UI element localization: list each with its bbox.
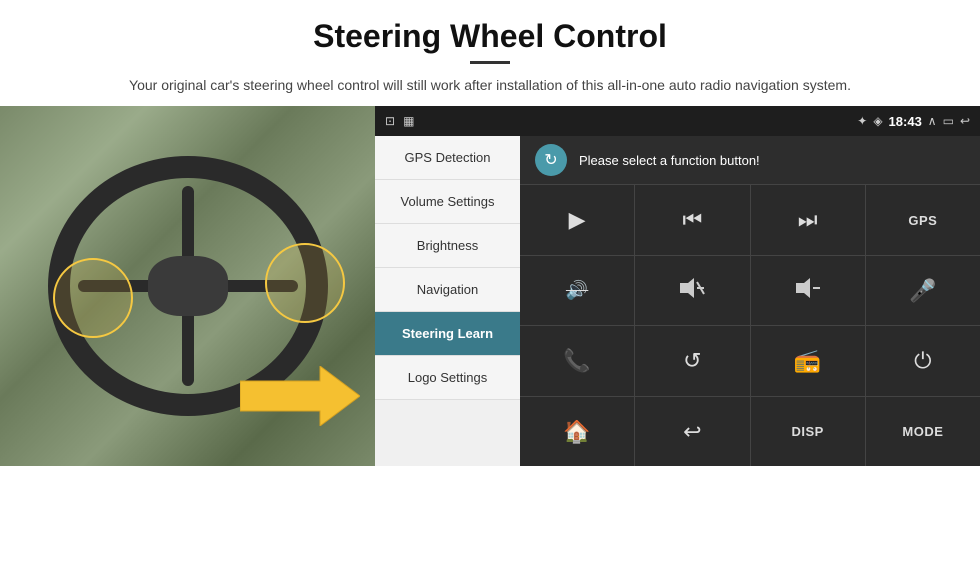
status-bar-right: ✦ ◈ 18:43 ∧ ▭ ↩ <box>857 114 970 129</box>
page-header: Steering Wheel Control Your original car… <box>0 0 980 106</box>
gps-label: GPS <box>908 213 937 228</box>
title-divider <box>470 61 510 64</box>
sw-highlight-left <box>53 258 133 338</box>
panel-header-text: Please select a function button! <box>579 153 760 168</box>
fn-back[interactable]: ↩ <box>635 397 749 467</box>
function-grid: ▶ ⏮ ⏭ GPS 🔊 <box>520 185 980 466</box>
sw-highlight-right <box>265 243 345 323</box>
menu-item-gps-detection[interactable]: GPS Detection <box>375 136 520 180</box>
phone-icon: 📞 <box>563 348 590 374</box>
fn-vol-down[interactable] <box>751 256 865 326</box>
bt-icon: ✦ <box>857 114 867 128</box>
fn-gps[interactable]: GPS <box>866 185 980 255</box>
home-icon: 🏠 <box>563 419 590 445</box>
app-status-icon[interactable]: ▦ <box>403 114 414 128</box>
expand-icon[interactable]: ∧ <box>928 114 937 128</box>
menu-list: GPS Detection Volume Settings Brightness… <box>375 136 520 466</box>
mode-label: MODE <box>902 424 943 439</box>
wifi-icon: ◈ <box>873 114 882 128</box>
menu-item-brightness[interactable]: Brightness <box>375 224 520 268</box>
panel-header: ↻ Please select a function button! <box>520 136 980 185</box>
loop-icon: ↺ <box>683 348 701 374</box>
fn-power[interactable]: ⏻ <box>866 326 980 396</box>
fn-radio[interactable]: 📻 <box>751 326 865 396</box>
menu-item-navigation[interactable]: Navigation <box>375 268 520 312</box>
steering-wheel-photo <box>0 106 375 466</box>
mic-icon: 🎤 <box>909 278 936 304</box>
menu-item-volume-settings[interactable]: Volume Settings <box>375 180 520 224</box>
power-icon: ⏻ <box>914 348 931 374</box>
page-title: Steering Wheel Control <box>60 18 920 55</box>
fn-home[interactable]: 🏠 <box>520 397 634 467</box>
play-icon: ▶ <box>569 207 586 233</box>
window-icon[interactable]: ▭ <box>943 114 954 128</box>
content-area: GPS Detection Volume Settings Brightness… <box>375 136 980 466</box>
menu-item-steering-learn[interactable]: Steering Learn <box>375 312 520 356</box>
sw-center-hub <box>148 256 228 316</box>
back-fn-icon: ↩ <box>683 419 701 445</box>
next-icon: ⏭ <box>798 207 818 233</box>
right-panel: ⊡ ▦ ✦ ◈ 18:43 ∧ ▭ ↩ GPS Detection Volume… <box>375 106 980 466</box>
fn-mode[interactable]: MODE <box>866 397 980 467</box>
function-panel: ↻ Please select a function button! ▶ ⏮ ⏭ <box>520 136 980 466</box>
disp-label: DISP <box>791 424 823 439</box>
fn-disp[interactable]: DISP <box>751 397 865 467</box>
prev-icon: ⏮ <box>682 207 702 233</box>
status-bar-left: ⊡ ▦ <box>385 114 414 128</box>
fn-next[interactable]: ⏭ <box>751 185 865 255</box>
page-subtitle: Your original car's steering wheel contr… <box>60 74 920 96</box>
status-time: 18:43 <box>889 114 922 129</box>
fn-play[interactable]: ▶ <box>520 185 634 255</box>
status-bar: ⊡ ▦ ✦ ◈ 18:43 ∧ ▭ ↩ <box>375 106 980 136</box>
menu-item-logo-settings[interactable]: Logo Settings <box>375 356 520 400</box>
vol-up-icon <box>678 277 706 304</box>
radio-icon: 📻 <box>794 348 821 374</box>
fn-mic[interactable]: 🎤 <box>866 256 980 326</box>
mute-icon: 🔊 <box>566 280 588 301</box>
vol-down-icon <box>794 277 822 304</box>
refresh-icon[interactable]: ↻ <box>535 144 567 176</box>
fn-mute[interactable]: 🔊 <box>520 256 634 326</box>
fn-prev[interactable]: ⏮ <box>635 185 749 255</box>
home-status-icon[interactable]: ⊡ <box>385 114 395 128</box>
main-image-area: ⊡ ▦ ✦ ◈ 18:43 ∧ ▭ ↩ GPS Detection Volume… <box>0 106 980 466</box>
fn-loop[interactable]: ↺ <box>635 326 749 396</box>
back-icon[interactable]: ↩ <box>960 114 970 128</box>
arrow-overlay <box>240 366 360 426</box>
fn-phone[interactable]: 📞 <box>520 326 634 396</box>
fn-vol-up[interactable] <box>635 256 749 326</box>
